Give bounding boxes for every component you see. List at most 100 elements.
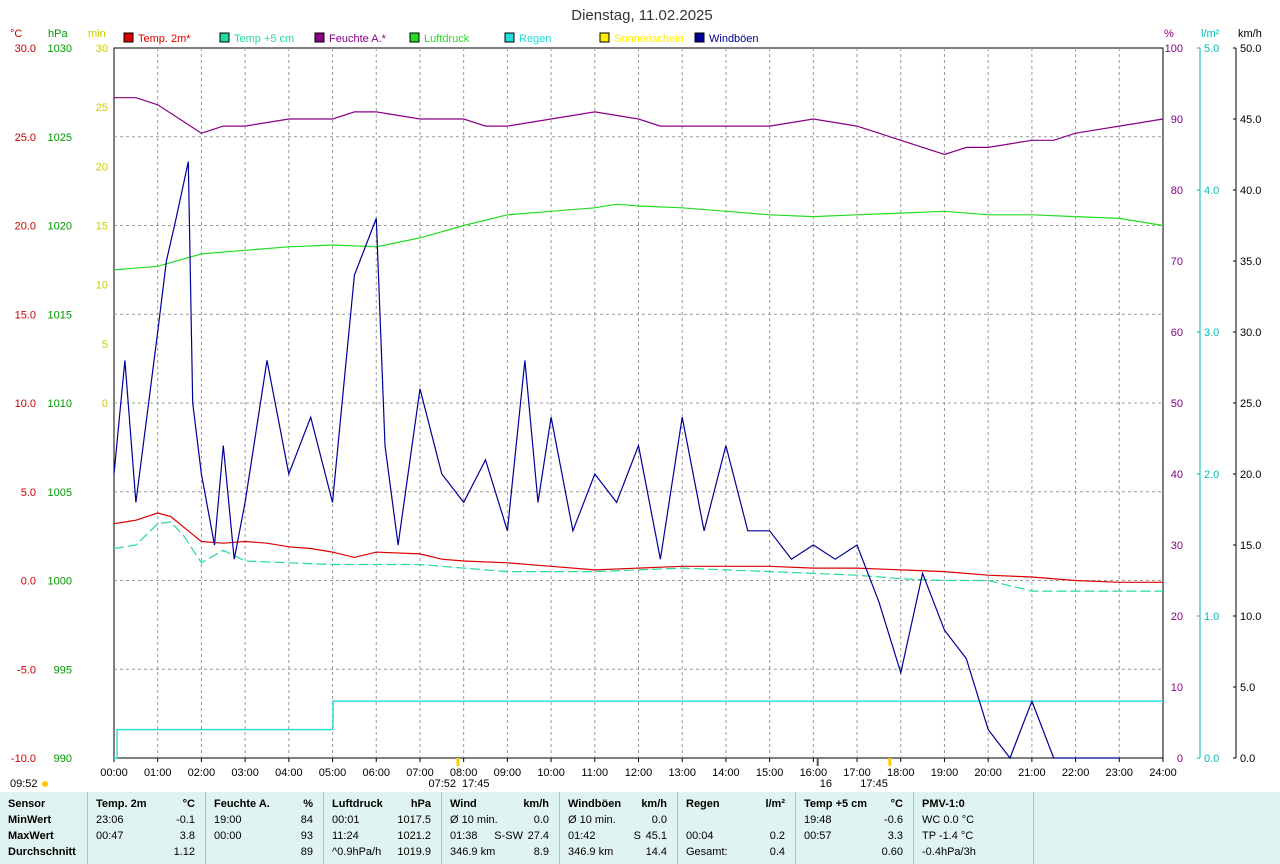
time-tick-label: 13:00 bbox=[668, 767, 696, 779]
wind-tick-label: 5.0 bbox=[1240, 682, 1255, 694]
stats-cell-value: 1017.5 bbox=[397, 814, 431, 826]
stats-cell-label: 00:57 bbox=[804, 830, 832, 842]
humidity-tick-label: 10 bbox=[1171, 682, 1183, 694]
legend: Temp. 2m* Temp +5 cm Feuchte A.* Luftdruck R… bbox=[123, 32, 759, 45]
stats-cell-label: Ø 10 min. bbox=[568, 814, 616, 826]
wind-tick-label: 25.0 bbox=[1240, 398, 1261, 410]
stats-cell-label: 00:00 bbox=[214, 830, 242, 842]
moonrise-label: 16 bbox=[820, 778, 832, 790]
sun-tick-label: 5 bbox=[102, 339, 108, 351]
stats-unit: km/h bbox=[641, 798, 667, 810]
time-tick-label: 18:00 bbox=[887, 767, 915, 779]
legend-swatch bbox=[219, 32, 230, 43]
stats-column: Sensor MinWert MaxWert Durchschnitt bbox=[0, 792, 88, 864]
legend-label: Sonnenschein bbox=[614, 33, 684, 45]
time-tick-label: 23:00 bbox=[1106, 767, 1134, 779]
sun-tick-label: 30 bbox=[96, 43, 108, 55]
wind-tick-label: 40.0 bbox=[1240, 185, 1261, 197]
sun-tick-label: 25 bbox=[96, 102, 108, 114]
time-tick-label: 04:00 bbox=[275, 767, 303, 779]
stats-column: Wind km/h Ø 10 min. 0.0 01:38 S-SW 27.4 346.9 k… bbox=[442, 792, 560, 864]
stats-column: Temp +5 cm °C 19:48 -0.6 00:57 3.3 0.60 bbox=[796, 792, 914, 864]
stats-cell-value: 45.1 bbox=[645, 830, 667, 842]
stats-cell-value: 27.4 bbox=[527, 830, 549, 842]
stats-cell-value: -0.6 bbox=[884, 814, 903, 826]
time-tick-label: 10:00 bbox=[537, 767, 565, 779]
pressure-tick-label: 1000 bbox=[48, 576, 72, 588]
wind-tick-label: 50.0 bbox=[1240, 43, 1261, 55]
legend-swatch bbox=[694, 32, 705, 43]
stats-cell-value: -0.1 bbox=[176, 814, 195, 826]
humidity-tick-label: 20 bbox=[1171, 611, 1183, 623]
stats-header: Wind bbox=[450, 798, 477, 810]
wind-tick-label: 30.0 bbox=[1240, 327, 1261, 339]
humidity-tick-label: 100 bbox=[1165, 43, 1183, 55]
pressure-tick-label: 1020 bbox=[48, 221, 72, 233]
legend-swatch bbox=[504, 32, 515, 43]
stats-cell-label: 01:42 bbox=[568, 830, 596, 842]
stats-cell-label: 00:47 bbox=[96, 830, 124, 842]
time-tick-label: 02:00 bbox=[188, 767, 216, 779]
stats-cell-direction: S-SW bbox=[494, 830, 523, 842]
pressure-tick-label: 1010 bbox=[48, 398, 72, 410]
stats-cell-label: 346.9 km bbox=[450, 846, 496, 858]
stats-cell-label: Ø 10 min. bbox=[450, 814, 498, 826]
stats-cell-value: 0.0 bbox=[533, 814, 549, 826]
wind-axis-unit: km/h bbox=[1238, 28, 1262, 40]
time-tick-label: 09:00 bbox=[494, 767, 522, 779]
stats-cell-value: 84 bbox=[300, 814, 313, 826]
stats-cell-label: TP -1.4 °C bbox=[922, 830, 974, 842]
chart-title: Dienstag, 11.02.2025 bbox=[571, 7, 713, 24]
stats-unit: km/h bbox=[523, 798, 549, 810]
temp-axis-unit: °C bbox=[10, 28, 22, 40]
stats-cell-label: 00:04 bbox=[686, 830, 714, 842]
sun-tick-label: 0 bbox=[102, 398, 108, 410]
stats-cell-value: 8.9 bbox=[533, 846, 549, 858]
wind-tick-label: 45.0 bbox=[1240, 114, 1261, 126]
rain-tick-label: 2.0 bbox=[1204, 469, 1219, 481]
rain-tick-label: 0.0 bbox=[1204, 753, 1219, 765]
sun-tick-label: 15 bbox=[96, 221, 108, 233]
stats-cell-label: Durchschnitt bbox=[8, 846, 76, 858]
rain-axis-unit: l/m² bbox=[1201, 28, 1220, 40]
pressure-axis-unit: hPa bbox=[48, 28, 68, 40]
sun-icon bbox=[42, 781, 48, 787]
series-line-windb-en bbox=[113, 161, 1120, 760]
sun-tick-label: 20 bbox=[96, 161, 108, 173]
stats-cell-value: 89 bbox=[300, 846, 313, 858]
pressure-tick-label: 1025 bbox=[48, 132, 72, 144]
stats-cell-value: 0.0 bbox=[651, 814, 667, 826]
stats-header: Sensor bbox=[8, 798, 46, 810]
humidity-tick-label: 0 bbox=[1177, 753, 1183, 765]
stats-unit: l/m² bbox=[765, 798, 785, 810]
stats-cell-value: 1.12 bbox=[173, 846, 195, 858]
legend-swatch bbox=[123, 32, 134, 43]
humidity-tick-label: 60 bbox=[1171, 327, 1183, 339]
rain-tick-label: 1.0 bbox=[1204, 611, 1219, 623]
stats-cell-label: WC 0.0 °C bbox=[922, 814, 975, 826]
time-tick-label: 03:00 bbox=[231, 767, 259, 779]
pressure-tick-label: 1030 bbox=[48, 43, 72, 55]
legend-swatch bbox=[409, 32, 420, 43]
wind-tick-label: 10.0 bbox=[1240, 611, 1261, 623]
wind-tick-label: 35.0 bbox=[1240, 256, 1261, 268]
stats-column: Temp. 2m °C 23:06 -0.1 00:47 3.8 1.12 bbox=[88, 792, 206, 864]
legend-label: Windböen bbox=[709, 33, 759, 45]
stats-cell-direction: S bbox=[633, 830, 641, 842]
stats-header: Regen bbox=[686, 798, 720, 810]
stats-unit: % bbox=[303, 798, 313, 810]
temp-tick-label: -5.0 bbox=[17, 664, 36, 676]
legend-label: Feuchte A.* bbox=[329, 33, 387, 45]
pressure-tick-label: 990 bbox=[54, 753, 72, 765]
wind-tick-label: 0.0 bbox=[1240, 753, 1255, 765]
time-tick-label: 14:00 bbox=[712, 767, 740, 779]
stats-header: Windböen bbox=[568, 798, 622, 810]
temp-tick-label: -10.0 bbox=[11, 753, 36, 765]
humidity-tick-label: 30 bbox=[1171, 540, 1183, 552]
time-tick-label: 12:00 bbox=[625, 767, 653, 779]
stats-header: Luftdruck bbox=[332, 798, 383, 810]
wind-tick-label: 20.0 bbox=[1240, 469, 1261, 481]
grid bbox=[113, 47, 1164, 759]
stats-cell-label: Gesamt: bbox=[686, 846, 728, 858]
stats-column: Luftdruck hPa 00:01 1017.5 11:24 1021.2 ^0.9hP… bbox=[324, 792, 442, 864]
